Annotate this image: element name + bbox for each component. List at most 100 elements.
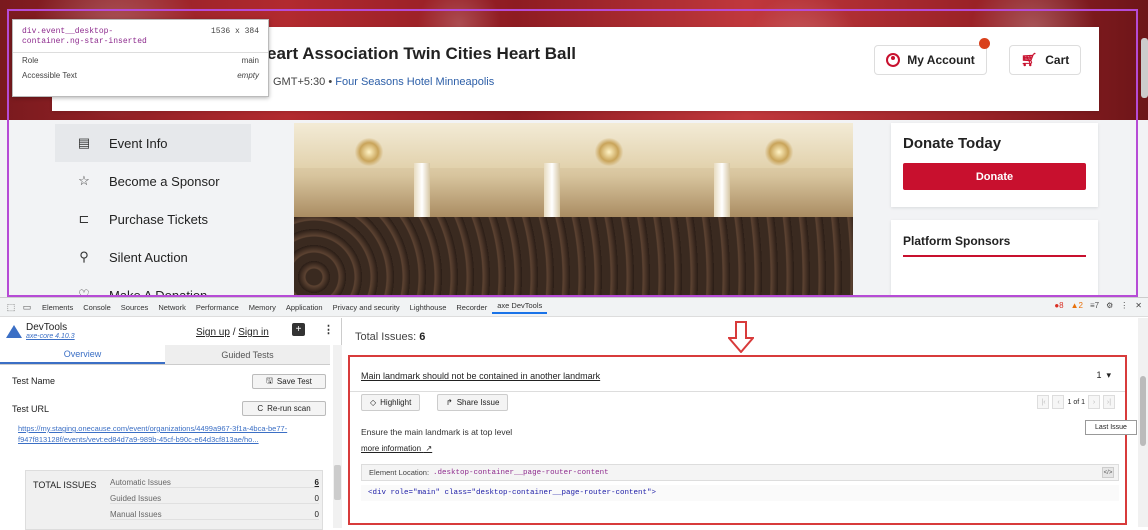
star-icon: ☆ (78, 173, 90, 188)
issues-scrollbar[interactable] (1138, 318, 1148, 527)
element-location-label: Element Location: (369, 468, 430, 477)
sidebar-scrollbar[interactable] (333, 345, 342, 528)
issue-breakdown-row[interactable]: Manual Issues 0 (110, 510, 319, 520)
test-url-link[interactable]: https://my.staging.onecause.com/event/or… (18, 423, 323, 445)
close-devtools-icon[interactable]: ✕ (1135, 301, 1142, 310)
nav-item-make-donation[interactable]: ♡ Make A Donation (55, 276, 251, 297)
issue-description: Ensure the main landmark is at top level (361, 427, 513, 437)
tab-network[interactable]: Network (153, 303, 191, 312)
total-issues-value: 6 (419, 331, 426, 343)
sign-in-link[interactable]: Sign in (238, 327, 269, 338)
last-issue-tooltip: Last Issue (1085, 420, 1137, 435)
total-issues-box: TOTAL ISSUES Automatic Issues 6 Guided I… (25, 470, 323, 530)
event-website: eart Association Twin Cities Heart Ball … (0, 0, 1148, 297)
donate-card: Donate Today Donate (891, 123, 1098, 207)
rerun-scan-button[interactable]: C Re-run scan (242, 401, 326, 416)
share-issue-button[interactable]: ↱ Share Issue (437, 394, 509, 411)
tab-console[interactable]: Console (78, 303, 116, 312)
issue-breakdown-count: 0 (314, 510, 319, 519)
issue-breakdown-row[interactable]: Guided Issues 0 (110, 494, 319, 504)
donate-button[interactable]: Donate (903, 163, 1086, 190)
devtools-status: ●8 ▲2 ≡7 ⚙ ⋮ ✕ (1054, 301, 1142, 310)
tooltip-row-label: Accessible Text (22, 71, 77, 80)
error-counter[interactable]: ●8 (1054, 301, 1063, 310)
tab-axe-devtools[interactable]: axe DevTools (492, 301, 548, 314)
info-count: 7 (1094, 301, 1100, 310)
previous-issue-button[interactable]: ‹ (1052, 395, 1065, 409)
scrollbar-thumb[interactable] (1140, 376, 1146, 446)
first-issue-button[interactable]: |‹ (1037, 395, 1050, 409)
heart-icon: ♡ (78, 287, 90, 297)
more-information-link[interactable]: more information ↗ (361, 444, 432, 453)
tooltip-header: div.event__desktop-container.ng-star-ins… (13, 20, 268, 53)
my-account-button[interactable]: My Account (874, 45, 987, 75)
inspect-element-icon[interactable]: ⬚ (5, 302, 17, 313)
chandelier (354, 138, 384, 166)
tab-privacy[interactable]: Privacy and security (328, 303, 405, 312)
devtools-panel: ⬚ ▭ Elements Console Sources Network Per… (0, 297, 1148, 530)
warning-counter[interactable]: ▲2 (1071, 301, 1083, 310)
tooltip-row: Role main (13, 53, 268, 68)
cart-button[interactable]: 🛒︎ Cart (1009, 45, 1081, 75)
save-test-button[interactable]: 🖫 Save Test (252, 374, 326, 389)
tooltip-selector: div.event__desktop-container.ng-star-ins… (22, 27, 147, 46)
tab-elements[interactable]: Elements (37, 303, 78, 312)
nav-item-silent-auction[interactable]: ⚲ Silent Auction (55, 238, 251, 276)
notification-dot (979, 38, 990, 49)
auth-links: Sign up / Sign in (196, 327, 269, 338)
rerun-scan-label: Re-run scan (267, 404, 311, 413)
nav-item-event-info[interactable]: ▤ Event Info (55, 124, 251, 162)
photo-crowd (294, 217, 853, 297)
event-location-link[interactable]: Four Seasons Hotel Minneapolis (335, 76, 494, 88)
axe-tabs: Overview Guided Tests (0, 345, 330, 365)
info-counter[interactable]: ≡7 (1090, 301, 1099, 310)
issue-breakdown-row[interactable]: Automatic Issues 6 (110, 478, 319, 488)
tooltip-row-label: Role (22, 56, 39, 65)
next-issue-button[interactable]: › (1088, 395, 1100, 409)
code-toggle-icon[interactable]: </> (1102, 467, 1114, 478)
total-issues-label: Total Issues: (355, 331, 417, 343)
sign-up-link[interactable]: Sign up (196, 327, 230, 338)
sponsors-card: Platform Sponsors (891, 220, 1098, 297)
settings-gear-icon[interactable]: ⚙ (1106, 301, 1113, 310)
axe-brand: DevTools axe-core 4.10.3 (6, 323, 75, 340)
tooltip-row: Accessible Text empty (13, 68, 268, 83)
axe-issues-panel: Total Issues: 6 Main landmark should not… (343, 318, 1148, 528)
tab-overview[interactable]: Overview (0, 345, 165, 364)
page-scrollbar[interactable] (1141, 38, 1148, 98)
event-title: eart Association Twin Cities Heart Ball (267, 44, 576, 63)
tab-sources[interactable]: Sources (116, 303, 154, 312)
device-toolbar-icon[interactable]: ▭ (21, 302, 33, 313)
test-name-label: Test Name (12, 376, 56, 386)
tab-performance[interactable]: Performance (191, 303, 244, 312)
tab-lighthouse[interactable]: Lighthouse (405, 303, 452, 312)
scrollbar-thumb[interactable] (334, 465, 341, 500)
axe-version-link[interactable]: axe-core 4.10.3 (26, 333, 75, 340)
nav-item-become-sponsor[interactable]: ☆ Become a Sponsor (55, 162, 251, 200)
error-count: 8 (1059, 301, 1064, 310)
cart-icon: 🛒︎ (1020, 52, 1038, 67)
nav-label: Silent Auction (109, 249, 188, 265)
new-window-icon[interactable]: + (292, 323, 305, 336)
my-account-label: My Account (907, 53, 975, 67)
tab-application[interactable]: Application (281, 303, 328, 312)
highlight-icon: ◇ (370, 398, 377, 407)
issue-breakdown-label: Automatic Issues (110, 478, 171, 487)
issue-title-link[interactable]: Main landmark should not be contained in… (361, 371, 600, 381)
last-issue-button[interactable]: ›| (1103, 395, 1115, 409)
tab-guided-tests[interactable]: Guided Tests (165, 345, 330, 364)
issue-count[interactable]: 1 ▾ (1096, 370, 1111, 381)
donate-title: Donate Today (903, 135, 1002, 152)
tooltip-row-value: main (241, 56, 259, 65)
warning-icon: ▲ (1070, 301, 1079, 310)
element-location-selector[interactable]: .desktop-container__page-router-content (433, 469, 609, 477)
account-icon (886, 53, 901, 67)
axe-menu-icon[interactable]: ⋮ (323, 323, 334, 336)
ticket-icon: ⊏ (78, 211, 90, 226)
highlight-button[interactable]: ◇ Highlight (361, 394, 421, 411)
tab-memory[interactable]: Memory (244, 303, 281, 312)
nav-label: Event Info (109, 135, 168, 151)
nav-item-purchase-tickets[interactable]: ⊏ Purchase Tickets (55, 200, 251, 238)
more-options-icon[interactable]: ⋮ (1120, 301, 1128, 310)
tab-recorder[interactable]: Recorder (451, 303, 492, 312)
